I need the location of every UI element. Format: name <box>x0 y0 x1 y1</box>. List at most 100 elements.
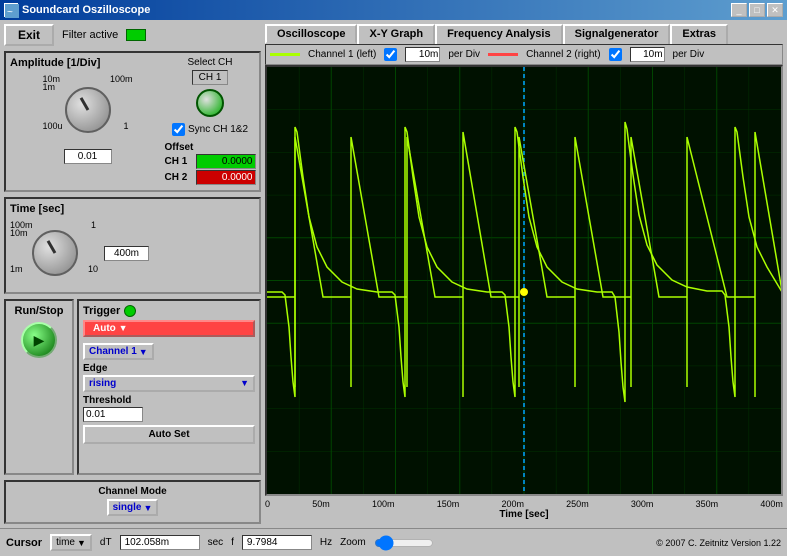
amplitude-title: Amplitude [1/Div] <box>10 57 165 69</box>
time-label-400m: 400m <box>760 499 783 509</box>
channel-mode-dropdown[interactable]: single ▼ <box>107 499 159 516</box>
trigger-channel-label: Channel 1 <box>89 346 137 357</box>
threshold-input[interactable] <box>83 407 143 422</box>
bottom-bar: Cursor time ▼ dT sec f Hz Zoom © 2007 C.… <box>0 528 787 556</box>
tab-xy-graph[interactable]: X-Y Graph <box>357 24 435 44</box>
time-label-150m: 150m <box>437 499 460 509</box>
per-div-label1: per Div <box>448 49 480 60</box>
ch1-display: CH 1 <box>192 70 229 85</box>
ch1-offset-label: CH 1 <box>165 156 193 167</box>
scope-area[interactable] <box>265 65 783 496</box>
maximize-button[interactable]: □ <box>749 3 765 17</box>
tab-oscilloscope[interactable]: Oscilloscope <box>265 24 357 44</box>
dt-value-input[interactable] <box>120 535 200 550</box>
ch2-label: Channel 2 (right) <box>526 49 600 60</box>
tab-frequency-analysis[interactable]: Frequency Analysis <box>435 24 563 44</box>
time-label-250m: 250m <box>566 499 589 509</box>
cursor-label: Cursor <box>6 537 42 549</box>
dt-label: dT <box>100 537 112 548</box>
svg-text:~: ~ <box>7 7 13 18</box>
ch2-line-indicator <box>488 53 518 56</box>
copyright-bottom: © 2007 C. Zeitnitz Version 1.22 <box>656 538 781 548</box>
channel-bar: Channel 1 (left) per Div Channel 2 (righ… <box>265 44 783 65</box>
f-value-input[interactable] <box>242 535 312 550</box>
ch2-per-div-input[interactable] <box>630 47 665 62</box>
top-section: Exit Filter active Amplitude [1/Div] 10m… <box>0 20 787 528</box>
time-axis-title: Time [sec] <box>265 509 783 520</box>
cursor-type-button[interactable]: time ▼ <box>50 534 92 551</box>
ch1-offset-row: CH 1 <box>165 154 256 169</box>
app-icon: ~ <box>4 3 18 17</box>
ch2-offset-input[interactable] <box>196 170 256 185</box>
sync-row: Sync CH 1&2 <box>172 123 248 136</box>
zoom-slider[interactable] <box>374 535 434 551</box>
run-stop-title: Run/Stop <box>15 305 64 317</box>
threshold-label: Threshold <box>83 395 255 406</box>
autoset-button[interactable]: Auto Set <box>83 425 255 444</box>
time-scale-10m: 10m <box>10 228 28 238</box>
time-axis: 0 50m 100m 150m 200m 250m 300m 350m 400m <box>265 498 783 509</box>
time-label-100m: 100m <box>372 499 395 509</box>
time-scale-10: 10 <box>88 264 98 274</box>
channel-mode-arrow: ▼ <box>143 503 152 513</box>
sync-checkbox[interactable] <box>172 123 185 136</box>
time-scale-1: 1 <box>91 220 96 230</box>
per-div-label2: per Div <box>673 49 705 60</box>
offset-section: Offset CH 1 CH 2 <box>165 142 256 186</box>
amplitude-knob[interactable] <box>65 87 111 133</box>
edge-label: Edge <box>83 363 255 374</box>
select-ch-label: Select CH <box>187 57 232 68</box>
trigger-mode-row: Auto ▼ <box>83 320 255 340</box>
ch1-checkbox[interactable] <box>384 48 397 61</box>
main-window: Exit Filter active Amplitude [1/Div] 10m… <box>0 20 787 556</box>
trigger-mode-arrow: ▼ <box>119 323 128 333</box>
amplitude-value-input[interactable] <box>64 149 112 164</box>
edge-dropdown[interactable]: rising ▼ <box>83 375 255 392</box>
time-value-input[interactable] <box>104 246 149 261</box>
bottom-left-section: Run/Stop Trigger Auto ▼ <box>4 299 261 475</box>
titlebar-left: ~ Soundcard Oszilloscope <box>4 3 150 17</box>
time-label-0: 0 <box>265 499 270 509</box>
tab-signalgenerator[interactable]: Signalgenerator <box>563 24 671 44</box>
ch1-offset-input[interactable] <box>196 154 256 169</box>
right-panel: Oscilloscope X-Y Graph Frequency Analysi… <box>265 20 787 528</box>
time-label-350m: 350m <box>696 499 719 509</box>
time-label-50m: 50m <box>312 499 330 509</box>
ch1-line-indicator <box>270 53 300 56</box>
window-controls[interactable]: _ □ ✕ <box>731 3 783 17</box>
time-knob-container: 100m 10m 1 1m 10 <box>10 218 100 288</box>
f-label: f <box>231 537 234 548</box>
trigger-mode-button[interactable]: Auto ▼ <box>83 320 255 337</box>
ch1-per-div-input[interactable] <box>405 47 440 62</box>
ch1-select-knob[interactable] <box>196 89 224 117</box>
amp-scale-100m: 100m <box>110 74 133 84</box>
time-scale-1m: 1m <box>10 264 23 274</box>
zoom-label: Zoom <box>340 537 366 548</box>
minimize-button[interactable]: _ <box>731 3 747 17</box>
ch2-offset-row: CH 2 <box>165 170 256 185</box>
run-stop-button[interactable] <box>21 322 57 358</box>
trigger-title: Trigger <box>83 305 255 317</box>
time-label-300m: 300m <box>631 499 654 509</box>
amplitude-left: Amplitude [1/Div] 10m 1m 100m 100u 1 <box>10 57 165 186</box>
time-label-200m: 200m <box>501 499 524 509</box>
ch2-checkbox[interactable] <box>609 48 622 61</box>
offset-title: Offset <box>165 142 256 153</box>
ch1-label: Channel 1 (left) <box>308 49 376 60</box>
f-unit: Hz <box>320 537 332 548</box>
channel-mode-section: Channel Mode single ▼ <box>4 480 261 524</box>
trigger-label: Trigger <box>83 305 120 317</box>
tab-extras[interactable]: Extras <box>670 24 728 44</box>
amp-scale-100u: 100u <box>43 121 63 131</box>
trigger-channel-button[interactable]: Channel 1 ▼ <box>83 343 154 360</box>
trigger-channel-row: Channel 1 ▼ <box>83 343 255 360</box>
exit-button[interactable]: Exit <box>4 24 54 46</box>
trigger-channel-arrow: ▼ <box>139 347 148 357</box>
close-button[interactable]: ✕ <box>767 3 783 17</box>
trigger-section: Trigger Auto ▼ Channel 1 ▼ <box>77 299 261 475</box>
amp-scale-1: 1 <box>123 121 128 131</box>
run-stop-section: Run/Stop <box>4 299 74 475</box>
time-knob[interactable] <box>32 230 78 276</box>
edge-value: rising <box>89 378 116 389</box>
filter-active-label: Filter active <box>62 29 118 41</box>
